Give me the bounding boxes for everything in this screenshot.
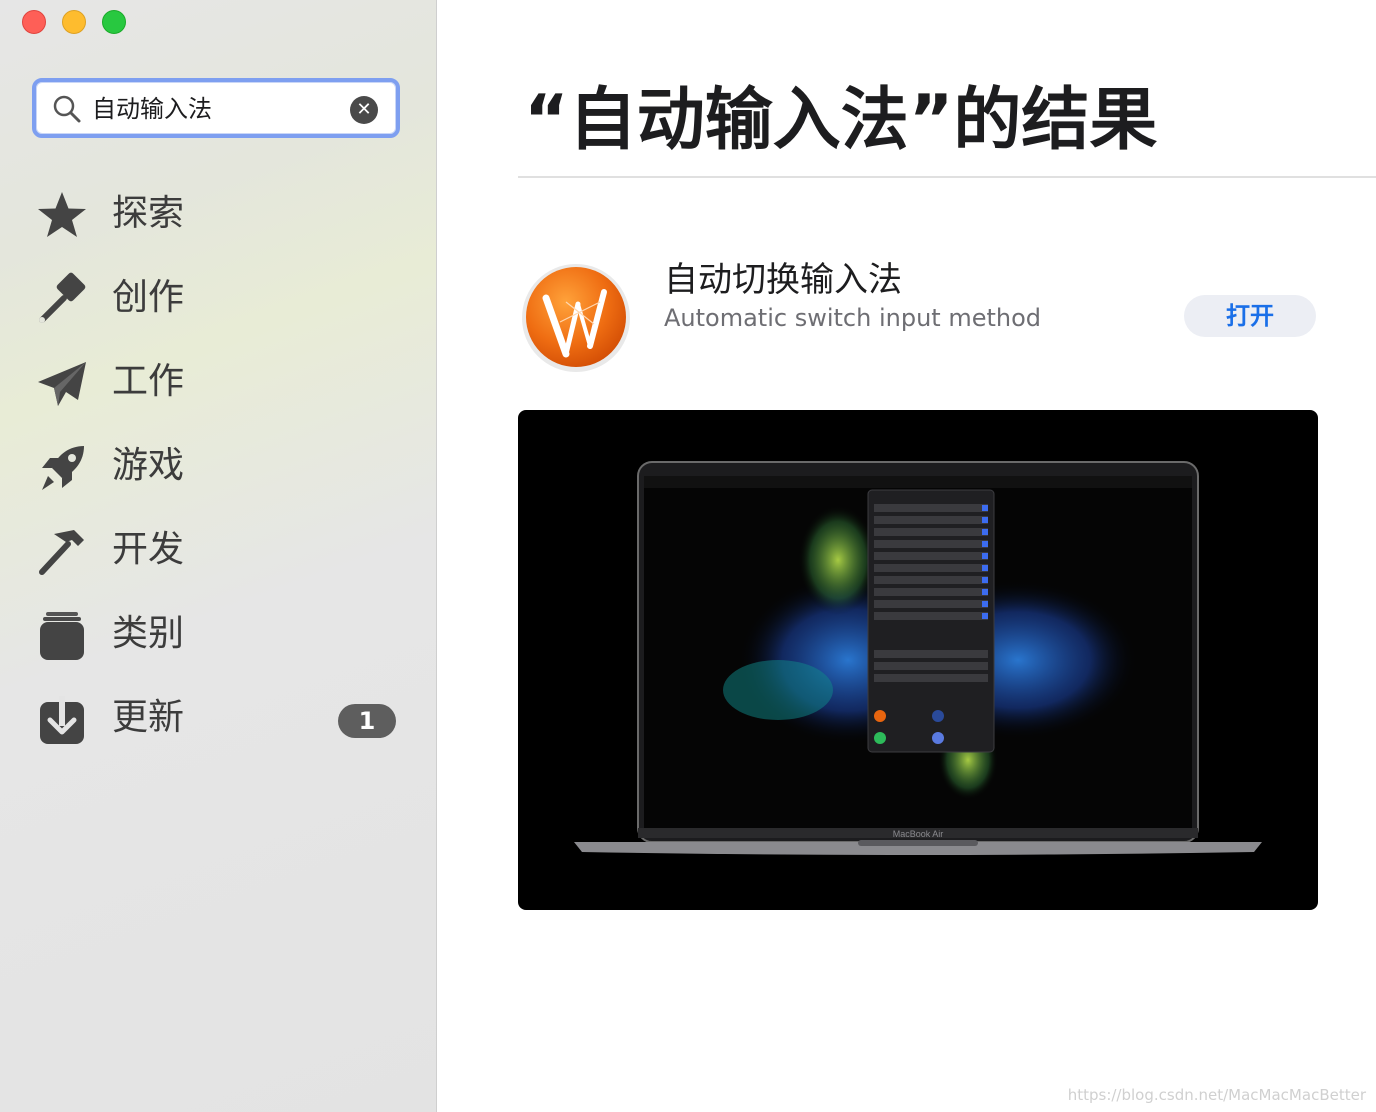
sidebar-item-games[interactable]: 游戏	[0, 424, 437, 508]
updates-count-badge: 1	[338, 704, 396, 738]
sidebar-item-label: 开发	[112, 529, 185, 570]
sidebar-item-label: 创作	[112, 277, 185, 318]
clear-icon: ✕	[356, 99, 372, 120]
watermark: https://blog.csdn.net/MacMacMacBetter	[1067, 1086, 1366, 1104]
search-input[interactable]: 自动输入法	[92, 94, 212, 124]
sidebar-item-work[interactable]: 工作	[0, 340, 437, 424]
sidebar-item-create[interactable]: 创作	[0, 256, 437, 340]
screenshot-caption: MacBook Air	[893, 829, 944, 839]
sidebar-nav: 探索 创作 工作 游戏 开发 类别 更新 1	[0, 172, 437, 760]
app-subtitle: Automatic switch input method	[664, 304, 1042, 332]
close-window-button[interactable]	[22, 10, 46, 34]
sidebar-item-updates[interactable]: 更新 1	[0, 676, 437, 760]
divider	[518, 176, 1376, 178]
brush-icon	[39, 272, 86, 323]
paper-plane-icon	[38, 362, 86, 406]
minimize-window-button[interactable]	[62, 10, 86, 34]
macbook-preview-image: MacBook Air	[574, 461, 1262, 855]
rocket-icon	[42, 446, 84, 490]
main-content: “自动输入法”的结果 自动切换输入法 Automatic switch inpu…	[438, 0, 1376, 1112]
app-name[interactable]: 自动切换输入法	[664, 258, 902, 302]
sidebar: 自动输入法 ✕ 探索 创作 工作 游戏 开发 类别 更新 1	[0, 0, 437, 1112]
hammer-icon	[39, 530, 84, 575]
sidebar-item-label: 游戏	[112, 445, 185, 486]
open-button[interactable]: 打开	[1184, 295, 1316, 337]
sidebar-item-label: 探索	[112, 193, 185, 234]
zoom-window-button[interactable]	[102, 10, 126, 34]
app-icon[interactable]	[520, 262, 632, 374]
search-field[interactable]: 自动输入法 ✕	[32, 78, 400, 138]
sidebar-item-label: 工作	[112, 361, 185, 402]
clear-search-button[interactable]: ✕	[350, 96, 378, 124]
download-icon	[40, 696, 84, 744]
search-icon	[53, 95, 81, 123]
star-icon	[38, 192, 86, 237]
sidebar-item-develop[interactable]: 开发	[0, 508, 437, 592]
page-title: “自动输入法”的结果	[524, 81, 1158, 160]
sidebar-item-label: 更新	[112, 697, 185, 738]
sidebar-item-categories[interactable]: 类别	[0, 592, 437, 676]
sidebar-item-explore[interactable]: 探索	[0, 172, 437, 256]
stack-icon	[40, 612, 84, 660]
sidebar-item-label: 类别	[112, 613, 185, 654]
app-screenshot[interactable]: MacBook Air	[518, 410, 1318, 910]
